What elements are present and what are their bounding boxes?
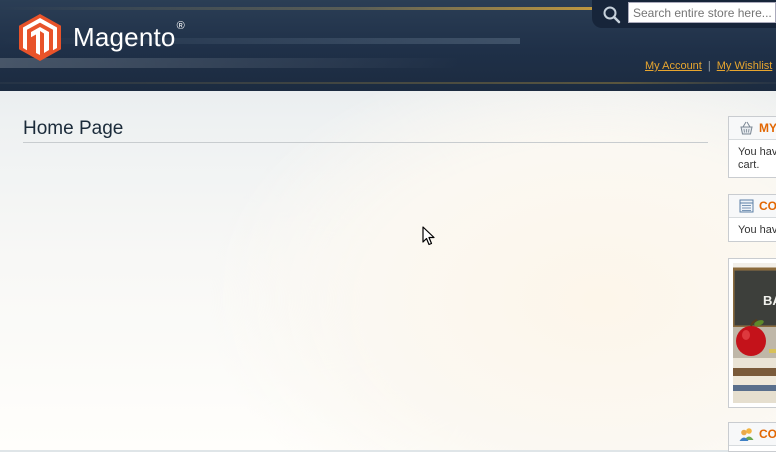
cart-block-title[interactable]: MY <box>729 117 776 140</box>
svg-text:BA: BA <box>763 293 776 308</box>
compare-list-icon <box>739 199 754 213</box>
header-stripe <box>0 7 600 10</box>
my-wishlist-link[interactable]: My Wishlist <box>717 60 773 72</box>
search-input[interactable] <box>628 2 776 23</box>
link-separator: | <box>707 60 711 72</box>
site-header: Magento® My Account | My Wishlist <box>0 0 776 91</box>
site-logo[interactable]: Magento® <box>19 14 185 61</box>
community-block-title[interactable]: CO <box>729 423 776 446</box>
header-stripe <box>0 82 776 84</box>
header-links: My Account | My Wishlist <box>645 60 772 72</box>
compare-block-content: You hav <box>738 224 776 236</box>
mouse-cursor-icon <box>422 226 435 246</box>
logo-text: Magento® <box>73 20 185 52</box>
users-icon <box>739 428 754 441</box>
magento-logo-icon <box>19 14 61 61</box>
basket-icon <box>740 121 753 135</box>
search-icon[interactable] <box>602 5 622 25</box>
compare-block: CO You hav <box>728 194 776 242</box>
promo-banner[interactable]: BA <box>728 258 776 408</box>
cart-block-content: You hav cart. <box>738 146 776 171</box>
cart-block: MY You hav cart. <box>728 116 776 178</box>
my-account-link[interactable]: My Account <box>645 60 702 72</box>
page-title: Home Page <box>23 118 708 143</box>
back-to-school-banner-image: BA <box>733 263 776 403</box>
community-block: CO <box>728 422 776 452</box>
compare-block-title[interactable]: CO <box>729 195 776 218</box>
